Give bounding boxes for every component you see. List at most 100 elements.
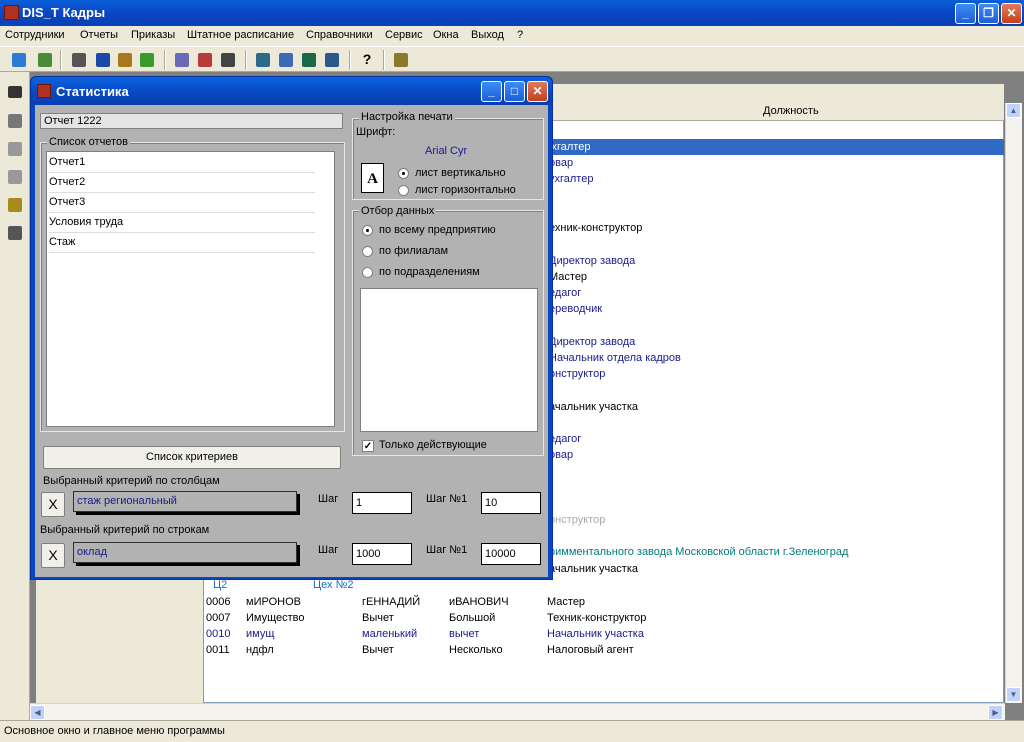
menu-orders[interactable]: Приказы [131,29,175,41]
menu-help[interactable]: ? [517,29,523,41]
list-item[interactable]: Отчет3 [49,193,315,213]
grid-cell[interactable]: ереводчик [549,301,602,317]
tree-icon[interactable] [116,51,134,69]
col-position[interactable]: Должность [763,105,819,117]
report-list[interactable]: Отчет1 Отчет2 Отчет3 Условия труда Стаж [46,151,335,427]
department-list[interactable] [360,288,538,432]
grid-cell[interactable]: ачальник участка [549,399,638,415]
list-item[interactable]: Отчет2 [49,173,315,193]
horizontal-scrollbar[interactable]: ◀ ▶ [30,703,1005,720]
minimize-button[interactable]: _ [955,3,976,24]
grid-cell[interactable]: Мастер [549,269,587,285]
col-step-input[interactable]: 1 [352,492,412,514]
grid-cell[interactable]: едагог [549,285,581,301]
grid-cell[interactable]: онструктор [549,512,605,528]
grid-cell[interactable]: ачальник участка [549,561,638,577]
report-list-label: Список отчетов [47,136,130,148]
active-only-label: Только действующие [379,439,487,451]
dialog-close-button[interactable]: ✕ [527,81,548,102]
status-bar: Основное окно и главное меню программы [0,720,1024,742]
cell-name: Вычет [362,644,394,656]
dialog-titlebar: Статистика _ □ ✕ [31,77,552,105]
clear-col-criterion-button[interactable]: X [41,492,65,517]
scroll-up-icon[interactable]: ▲ [1006,103,1021,118]
search-user-icon[interactable] [70,51,88,69]
app-icon [4,5,19,20]
menu-staffing[interactable]: Штатное расписание [187,29,294,41]
close-button[interactable]: ✕ [1001,3,1022,24]
cell-id: 0007 [206,612,231,624]
doc-icon[interactable] [6,140,24,158]
dialog-maximize-button[interactable]: □ [504,81,525,102]
departments-radio[interactable] [362,267,373,278]
grid-cell[interactable]: Директор завода [549,334,635,350]
landscape-radio[interactable] [398,185,409,196]
grid-cell[interactable]: римментального завода Московской области… [549,544,848,560]
portrait-radio[interactable] [398,168,409,179]
grid-cell[interactable]: Начальник отдела кадров [549,350,681,366]
box-icon[interactable] [196,51,214,69]
criteria-list-button[interactable]: Список критериев [43,446,341,469]
col-step1-input[interactable]: 10 [481,492,541,514]
staff-icon[interactable] [10,51,28,69]
scroll-right-icon[interactable]: ▶ [988,705,1003,720]
menu-directories[interactable]: Справочники [306,29,373,41]
menu-windows[interactable]: Окна [433,29,459,41]
list-icon[interactable] [6,84,24,102]
scroll-left-icon[interactable]: ◀ [30,705,45,720]
list-item[interactable]: Отчет1 [49,153,315,173]
row-step-input[interactable]: 1000 [352,543,412,565]
all-enterprise-radio[interactable] [362,225,373,236]
branches-radio[interactable] [362,246,373,257]
grid-cell[interactable]: ехник-конструктор [549,220,642,236]
data-filter-label: Отбор данных [359,205,437,217]
menu-service[interactable]: Сервис [385,29,423,41]
active-only-checkbox[interactable]: ✓ [362,440,374,452]
tools-icon[interactable] [36,51,54,69]
menu-staff[interactable]: Сотрудники [5,29,65,41]
vertical-scrollbar[interactable]: ▲ ▼ [1005,103,1022,703]
note-icon[interactable] [6,196,24,214]
exit-icon[interactable] [392,51,410,69]
filter-icon[interactable] [254,51,272,69]
app-title: DIS_T Кадры [22,5,106,20]
eraser-icon[interactable] [6,112,24,130]
restore-button[interactable]: ❐ [978,3,999,24]
row-step1-label: Шаг №1 [426,544,468,556]
branches-label: по филиалам [379,245,449,257]
list-item[interactable]: Стаж [49,233,315,253]
cell-patronymic: вычет [449,628,480,640]
col-criterion-field[interactable]: стаж региональный [73,491,297,512]
help-icon[interactable]: ? [358,51,376,69]
report-name-field[interactable]: Отчет 1222 [40,113,343,129]
save-icon[interactable] [323,51,341,69]
print-icon[interactable] [6,168,24,186]
cell-name: маленький [362,628,418,640]
row-step1-input[interactable]: 10000 [481,543,541,565]
dialog-minimize-button[interactable]: _ [481,81,502,102]
table-icon[interactable] [219,51,237,69]
palm-icon[interactable] [138,51,156,69]
grid-cell[interactable]: едагог [549,431,581,447]
scroll-down-icon[interactable]: ▼ [1006,687,1021,702]
cell-id: 0006 [206,596,231,608]
font-value[interactable]: Arial Cyr [425,145,467,157]
clear-row-criterion-button[interactable]: X [41,543,65,568]
grid-cell[interactable]: онструктор [549,366,605,382]
grid-icon[interactable] [300,51,318,69]
menu-reports[interactable]: Отчеты [80,29,118,41]
grid-row[interactable]: ухгалтер [546,139,1004,155]
grid-cell[interactable]: Директор завода [549,253,635,269]
calc-icon[interactable] [173,51,191,69]
menu-exit[interactable]: Выход [471,29,504,41]
report-icon[interactable] [94,51,112,69]
edit-icon[interactable] [277,51,295,69]
grid-cell[interactable]: ухгалтер [549,171,593,187]
cell-name: Вычет [362,612,394,624]
col-step-label: Шаг [318,493,339,505]
list-item[interactable]: Условия труда [49,213,315,233]
toolbar: ? [0,46,1024,72]
cell-patronymic: Большой [449,612,496,624]
door-icon[interactable] [6,224,24,242]
row-criterion-field[interactable]: оклад [73,542,297,563]
